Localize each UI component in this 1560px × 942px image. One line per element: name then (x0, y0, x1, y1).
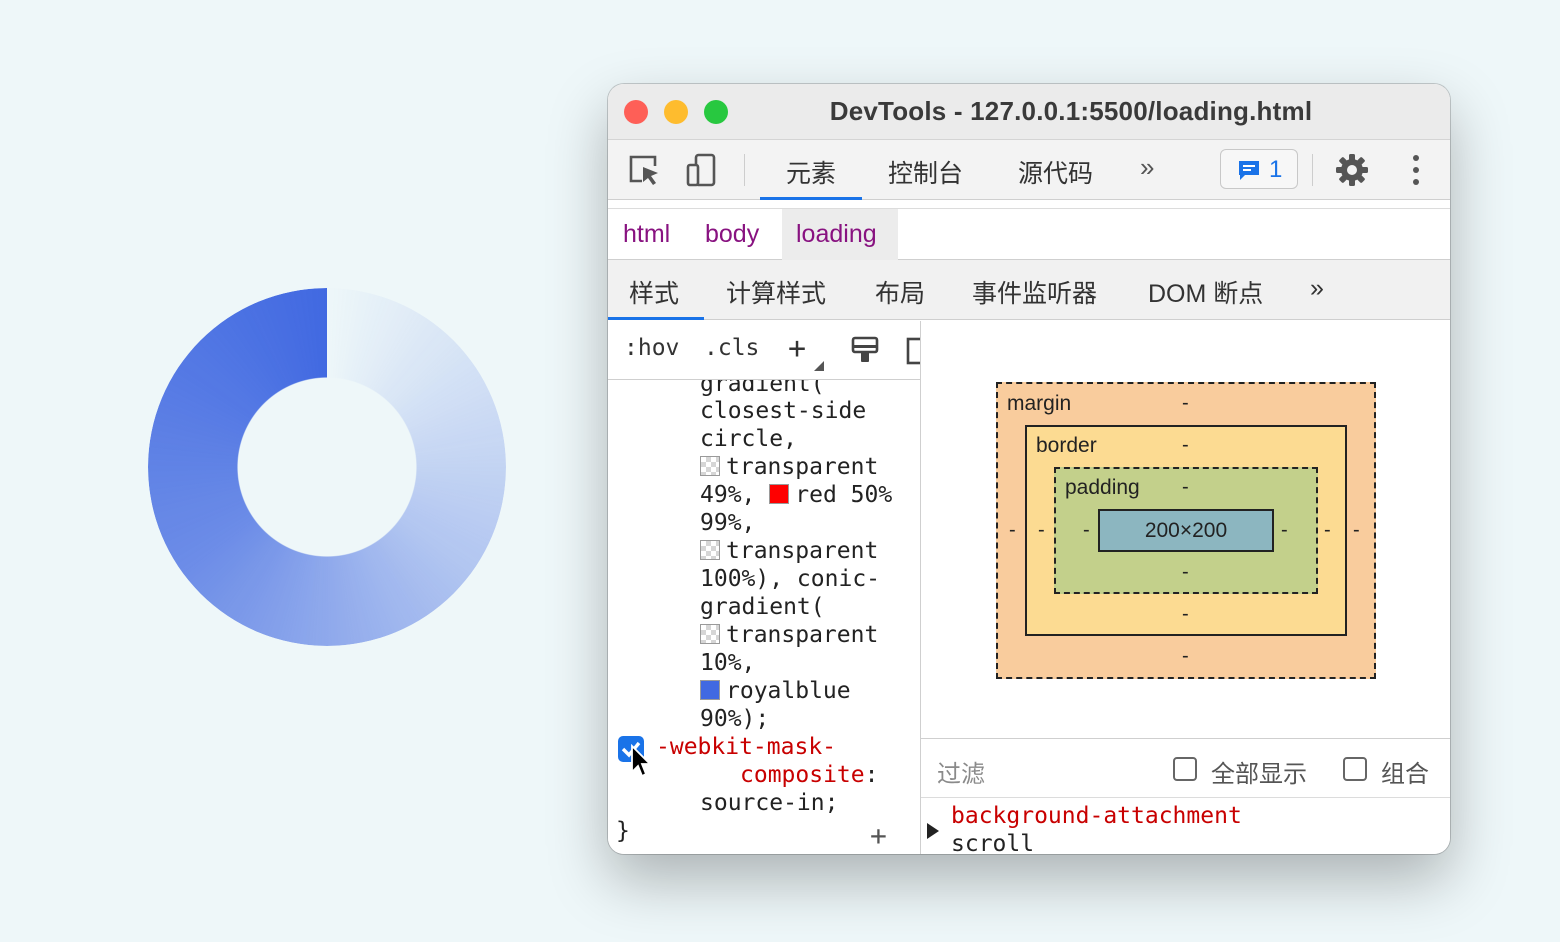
padding-label: padding (1065, 476, 1140, 499)
loading-spinner (148, 288, 506, 646)
show-all-checkbox[interactable] (1173, 757, 1197, 781)
computed-sidebar-icon[interactable] (906, 337, 920, 365)
gear-icon[interactable] (1334, 152, 1370, 188)
property-value[interactable]: source-in; (700, 789, 838, 817)
padding-top-value[interactable]: - (1182, 476, 1189, 499)
code-value: transparent (726, 454, 879, 480)
group-label: 组合 (1381, 761, 1429, 788)
more-tabs-chevron-icon[interactable]: » (1140, 152, 1154, 183)
code-line: 100%), conic- (700, 566, 881, 592)
tab-console[interactable]: 控制台 (888, 154, 963, 200)
code-value: transparent (726, 538, 879, 564)
code-value: royalblue (726, 678, 851, 704)
breadcrumb: html body loading (608, 208, 1450, 261)
code-line: transparent (700, 537, 878, 565)
tab-computed[interactable]: 计算样式 (726, 274, 826, 310)
color-swatch-red[interactable] (769, 484, 790, 504)
title-bar: DevTools - 127.0.0.1:5500/loading.html (608, 84, 1450, 140)
new-style-rule-button[interactable]: + (788, 331, 806, 366)
content-size: 200×200 (1144, 519, 1228, 542)
breadcrumb-body[interactable]: body (705, 220, 759, 249)
code-line: 99%, (700, 510, 756, 536)
computed-filter-bar: 过滤 全部显示 组合 (921, 738, 1450, 798)
window-title: DevTools - 127.0.0.1:5500/loading.html (829, 96, 1313, 126)
color-swatch-transparent[interactable] (700, 456, 720, 476)
code-line: closest-side (700, 398, 867, 424)
tab-dom-breakpoints[interactable]: DOM 断点 (1148, 274, 1263, 310)
tab-event-listeners[interactable]: 事件监听器 (972, 274, 1097, 310)
border-bottom-value[interactable]: - (1182, 603, 1189, 626)
color-swatch-royalblue[interactable] (700, 680, 720, 700)
code-value: 49%, (700, 482, 756, 508)
class-toggle[interactable]: .cls (704, 335, 759, 361)
paint-brush-icon[interactable] (850, 335, 880, 365)
message-icon (1239, 161, 1259, 180)
computed-property-name[interactable]: background-attachment (951, 803, 1242, 829)
border-right-value[interactable]: - (1324, 519, 1331, 542)
code-line: 90%); (700, 706, 770, 732)
issues-count: 1 (1269, 156, 1283, 183)
code-value: red 50% (795, 482, 893, 508)
styles-toolbar: :hov .cls + (608, 321, 920, 380)
mouse-cursor-icon (631, 744, 653, 778)
code-line: circle, (700, 426, 797, 452)
code-line: 10%, (700, 650, 756, 676)
margin-bottom-value[interactable]: - (1182, 645, 1189, 668)
more-subtabs-chevron-icon[interactable]: » (1310, 274, 1324, 303)
padding-right-value[interactable]: - (1281, 519, 1288, 542)
toolbar-divider (744, 154, 745, 186)
computed-pane: margin border padding 200×200 - - - - - … (921, 321, 1450, 854)
property-name[interactable]: -webkit-mask- (656, 733, 836, 761)
code-line: royalblue (700, 677, 851, 705)
margin-top-value[interactable]: - (1182, 392, 1189, 415)
filter-input[interactable]: 过滤 (937, 754, 985, 789)
border-left-value[interactable]: - (1038, 519, 1045, 542)
code-line: transparent (700, 621, 878, 649)
group-checkbox[interactable] (1343, 757, 1367, 781)
expand-triangle-icon[interactable] (927, 823, 939, 839)
border-top-value[interactable]: - (1182, 434, 1189, 457)
code-line: composite: (740, 761, 878, 789)
breadcrumb-html[interactable]: html (623, 220, 670, 249)
margin-label: margin (1007, 392, 1072, 415)
tab-styles[interactable]: 样式 (629, 274, 679, 310)
tab-layout[interactable]: 布局 (875, 274, 925, 310)
kebab-menu-icon[interactable] (1398, 152, 1434, 188)
issues-button[interactable]: 1 (1220, 149, 1298, 189)
property-name[interactable]: composite (740, 762, 865, 788)
padding-bottom-value[interactable]: - (1182, 561, 1189, 584)
add-property-button[interactable]: + (870, 822, 887, 850)
dropdown-triangle-icon (814, 361, 824, 371)
colon: : (864, 762, 879, 788)
code-value: transparent (726, 622, 879, 648)
padding-left-value[interactable]: - (1083, 519, 1090, 542)
inspect-icon[interactable] (626, 152, 662, 188)
color-swatch-transparent[interactable] (700, 624, 720, 644)
active-tab-indicator (608, 317, 704, 320)
code-line: 49%, red 50% (700, 481, 892, 509)
computed-property-value: scroll (951, 831, 1035, 854)
border-label: border (1036, 434, 1097, 457)
sidebar-tabs: 样式 计算样式 布局 事件监听器 DOM 断点 » (608, 260, 1450, 320)
breadcrumb-loading[interactable]: loading (796, 220, 877, 249)
margin-right-value[interactable]: - (1353, 519, 1360, 542)
color-swatch-transparent[interactable] (700, 540, 720, 560)
margin-left-value[interactable]: - (1009, 519, 1016, 542)
hover-state-toggle[interactable]: :hov (624, 335, 679, 361)
device-icon[interactable] (684, 152, 720, 188)
code-line: gradient( (700, 594, 825, 620)
tab-elements[interactable]: 元素 (760, 154, 862, 200)
devtools-window: DevTools - 127.0.0.1:5500/loading.html 元… (608, 84, 1450, 854)
main-toolbar: 元素 控制台 源代码 » 1 (608, 140, 1450, 200)
code-line: transparent (700, 453, 878, 481)
show-all-label: 全部显示 (1211, 761, 1307, 788)
toolbar-divider (1312, 154, 1313, 186)
tab-sources[interactable]: 源代码 (1018, 154, 1093, 200)
styles-pane: gradient( closest-side circle, transpare… (608, 321, 920, 854)
rule-close-brace: } (616, 818, 630, 844)
